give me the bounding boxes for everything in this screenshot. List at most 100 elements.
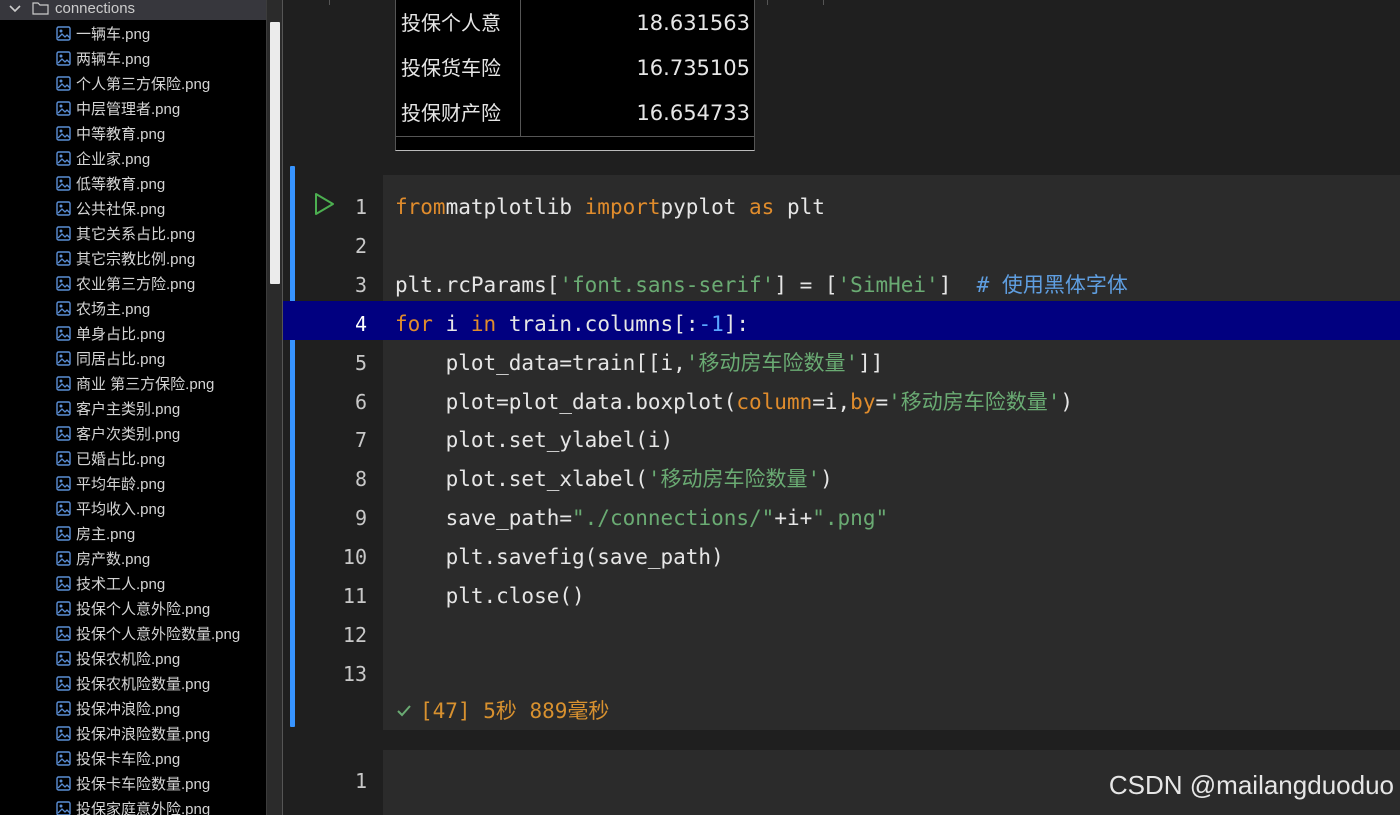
file-item[interactable]: 投保农机险数量.png [0,671,266,696]
file-item[interactable]: 房产数.png [0,546,266,571]
code-token: plot=plot_data.boxplot( [395,389,737,414]
folder-icon [32,2,49,15]
code-text[interactable]: plot_data=train[[i,'移动房车险数量']] [395,344,884,383]
code-text[interactable]: plt.close() [395,577,585,616]
file-item[interactable]: 同居占比.png [0,346,266,371]
code-token: plt.savefig(save_path) [395,545,724,570]
image-file-icon [56,626,71,641]
code-token: column [736,389,813,414]
file-item[interactable]: 低等教育.png [0,171,266,196]
code-line[interactable]: 11 plt.close() [283,577,1400,616]
code-line[interactable]: 3 plt.rcParams['font.sans-serif'] = ['Sim… [283,266,1400,305]
file-item[interactable]: 农业第三方险.png [0,271,266,296]
file-item[interactable]: 投保农机险.png [0,646,266,671]
code-text[interactable]: plot.set_ylabel(i) [395,421,674,460]
code-token: plt.rcParams[ [395,272,560,297]
code-line[interactable]: 5 plot_data=train[[i,'移动房车险数量']] [283,344,1400,383]
scrollbar-thumb[interactable] [270,22,280,284]
file-item[interactable]: 技术工人.png [0,571,266,596]
line-number: 6 [354,389,367,414]
image-file-icon [56,101,71,116]
code-line[interactable]: 4 for i in train.columns[:-1]: [283,305,1400,344]
image-file-icon [56,601,71,616]
image-file-icon [56,326,71,341]
file-item[interactable]: 投保冲浪险.png [0,696,266,721]
folder-connections[interactable]: connections [0,0,266,20]
code-line[interactable]: 7 plot.set_ylabel(i) [283,421,1400,460]
code-line[interactable]: 10 plt.savefig(save_path) [283,538,1400,577]
code-text[interactable]: save_path="./connections/"+i+".png" [395,499,889,538]
code-token: ] = [ [774,272,838,297]
line-number: 4 [354,311,367,336]
watermark: CSDN @mailangduoduo [1108,770,1394,800]
file-item[interactable]: 投保家庭意外险.png [0,796,266,815]
file-item[interactable]: 客户主类别.png [0,396,266,421]
file-name: 投保个人意外险.png [76,601,211,618]
file-name: 一辆车.png [76,26,151,43]
code-text[interactable]: plot.set_xlabel('移动房车险数量') [395,460,833,499]
code-token: train.columns[: [496,311,699,336]
file-item[interactable]: 投保冲浪险数量.png [0,721,266,746]
file-item[interactable]: 客户次类别.png [0,421,266,446]
line-number: 13 [342,661,367,686]
column-divider [520,0,521,136]
file-item[interactable]: 个人第三方保险.png [0,71,266,96]
image-file-icon [56,51,71,66]
file-item[interactable]: 一辆车.png [0,21,266,46]
file-item[interactable]: 平均年龄.png [0,471,266,496]
image-file-icon [56,376,71,391]
file-item[interactable]: 投保卡车险数量.png [0,771,266,796]
image-file-icon [56,801,71,815]
file-item[interactable]: 已婚占比.png [0,446,266,471]
code-token: ]] [858,350,884,375]
line-number: 9 [354,506,367,531]
code-token: '移动房车险数量' [888,389,1061,414]
dataframe-output: 投保个人意 18.631563 投保货车险 16.735105 投保财产险 16… [395,0,755,151]
row-label: 投保个人意 [401,11,501,35]
code-line[interactable]: 13 [283,655,1400,694]
file-item[interactable]: 两辆车.png [0,46,266,71]
file-item[interactable]: 其它宗教比例.png [0,246,266,271]
check-icon [397,705,411,717]
file-item[interactable]: 企业家.png [0,146,266,171]
code-line[interactable]: 2 [283,227,1400,266]
ide-window: connections 一辆车.png 两辆车.png 个人第三方保险.png 中层管… [0,0,1400,815]
code-text[interactable]: plt.rcParams['font.sans-serif'] = ['SimH… [395,266,1128,305]
file-item[interactable]: 单身占比.png [0,321,266,346]
file-item[interactable]: 平均收入.png [0,496,266,521]
code-token: as [749,195,775,219]
image-file-icon [56,576,71,591]
code-text[interactable]: plot=plot_data.boxplot(column=i,by='移动房车… [395,383,1074,422]
file-name: 客户次类别.png [76,426,181,443]
code-text[interactable]: plt.savefig(save_path) [395,538,724,577]
file-name: 投保冲浪险数量.png [76,726,211,743]
file-item[interactable]: 其它关系占比.png [0,221,266,246]
file-item[interactable]: 投保个人意外险数量.png [0,621,266,646]
code-line[interactable]: 1 frommatplotlib importpyplot as plt [283,188,1400,227]
code-line[interactable]: 12 [283,616,1400,655]
chevron-down-icon[interactable] [8,1,22,15]
code-line[interactable]: 6 plot=plot_data.boxplot(column=i,by='移动… [283,383,1400,422]
code-text[interactable]: frommatplotlib importpyplot as plt [395,188,825,227]
code-line[interactable]: 9 save_path="./connections/"+i+".png" [283,499,1400,538]
code-text[interactable]: for i in train.columns[:-1]: [395,305,749,344]
code-line[interactable]: 8 plot.set_xlabel('移动房车险数量') [283,460,1400,499]
explorer-scrollbar[interactable] [266,0,283,815]
file-item[interactable]: 投保个人意外险.png [0,596,266,621]
column-tick [329,0,330,5]
file-name: 两辆车.png [76,51,151,68]
line-number: 11 [342,584,367,608]
code-token: -1 [698,311,724,336]
line-number: 2 [354,233,367,258]
file-item[interactable]: 公共社保.png [0,196,266,221]
image-file-icon [56,151,71,166]
file-item[interactable]: 投保卡车险.png [0,746,266,771]
file-item[interactable]: 农场主.png [0,296,266,321]
image-file-icon [56,451,71,466]
file-item[interactable]: 中层管理者.png [0,96,266,121]
file-item[interactable]: 商业 第三方保险.png [0,371,266,396]
folder-name: connections [55,0,136,17]
file-item[interactable]: 中等教育.png [0,121,266,146]
image-file-icon [56,776,71,791]
file-item[interactable]: 房主.png [0,521,266,546]
